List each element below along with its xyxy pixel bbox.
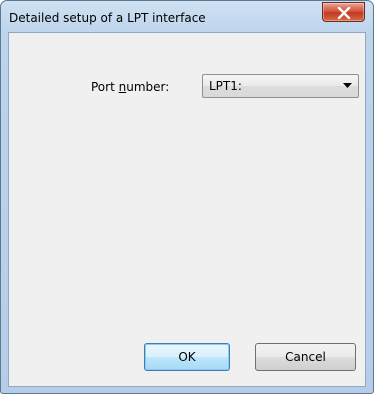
ok-button[interactable]: OK [144, 343, 230, 371]
port-number-label: Port number: [91, 80, 169, 94]
cancel-button[interactable]: Cancel [255, 343, 356, 371]
port-number-select[interactable]: LPT1: [202, 74, 359, 98]
title-bar[interactable]: Detailed setup of a LPT interface [1, 1, 373, 35]
close-button[interactable] [322, 2, 365, 22]
dialog-window: Detailed setup of a LPT interface Port n… [0, 0, 374, 394]
port-label-prefix: Port [91, 80, 119, 94]
dialog-body: Port number: LPT1: OK Cancel [8, 32, 366, 387]
close-icon [337, 7, 351, 19]
window-title: Detailed setup of a LPT interface [9, 11, 206, 25]
port-number-value: LPT1: [209, 79, 242, 93]
port-label-suffix: umber: [126, 80, 170, 94]
chevron-down-icon [343, 83, 352, 88]
